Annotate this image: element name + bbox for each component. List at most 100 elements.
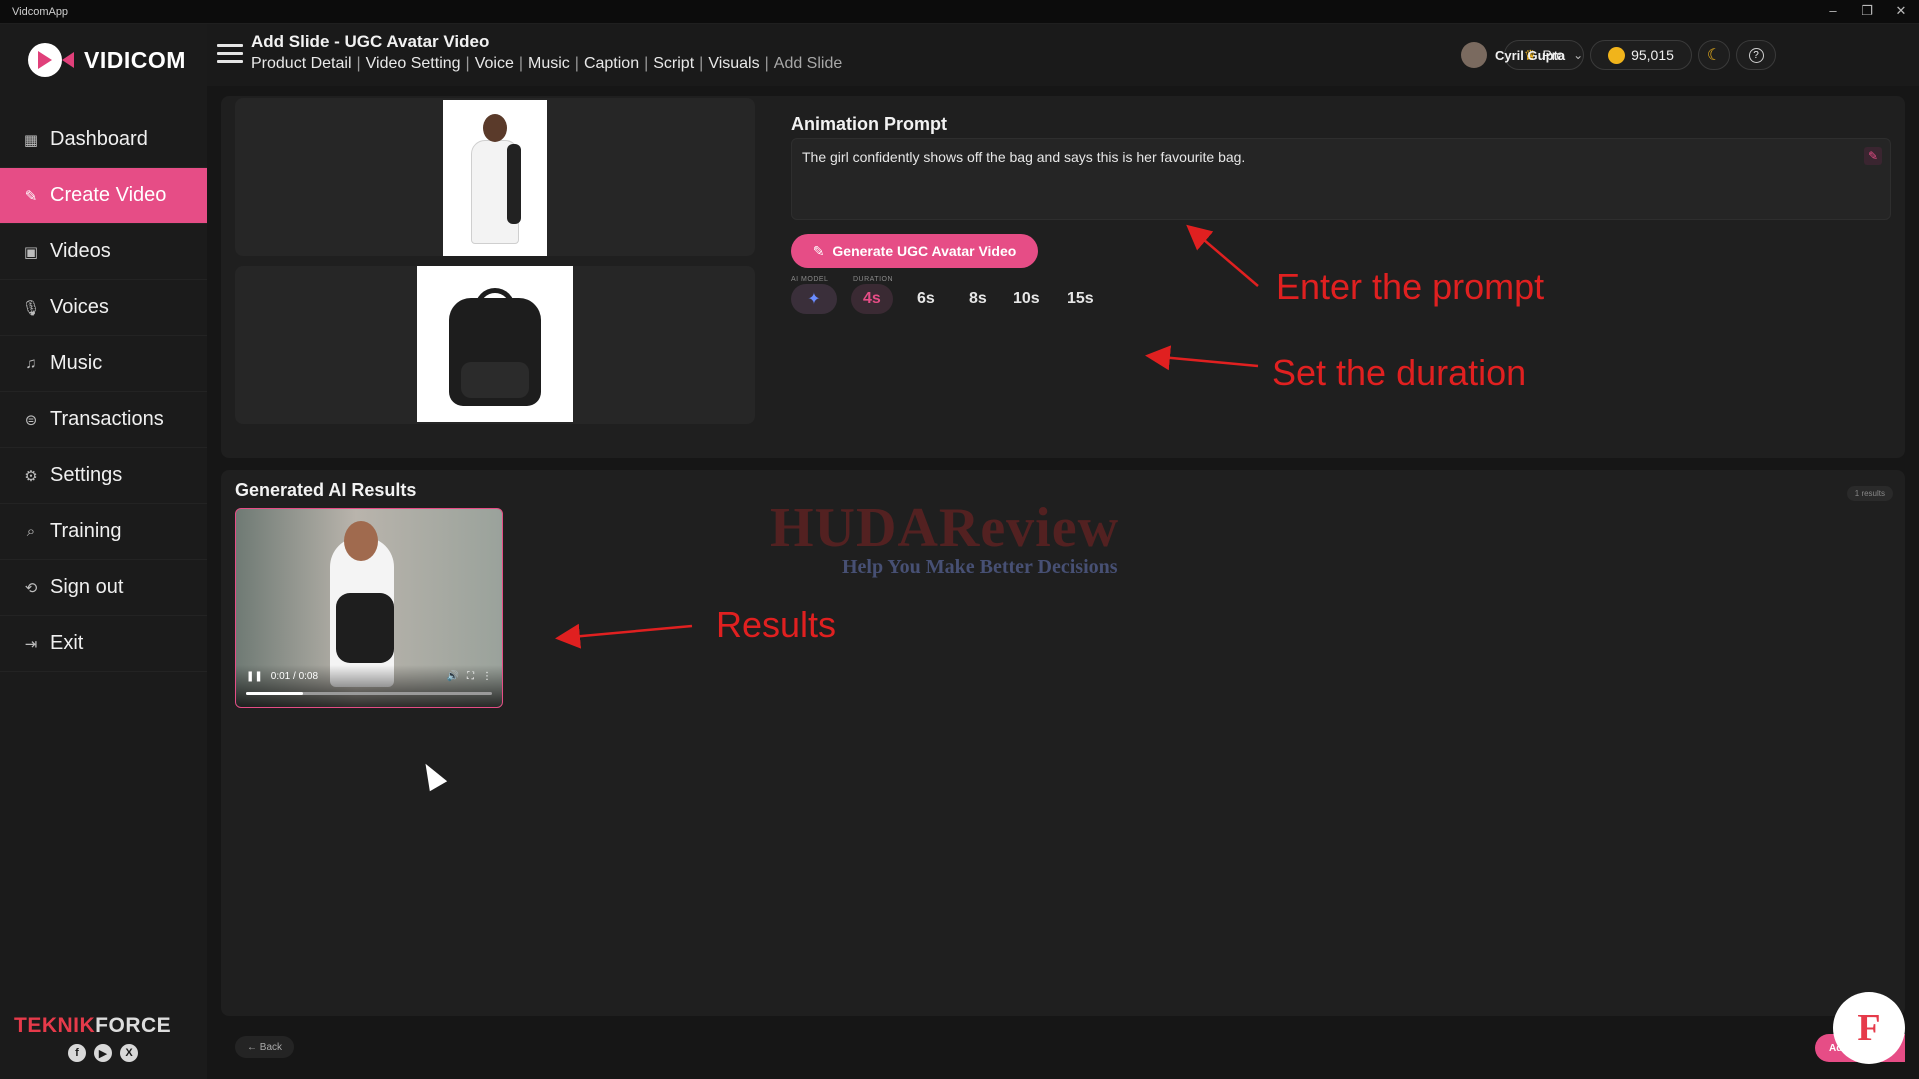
sidebar-item-dashboard[interactable]: ▦ Dashboard bbox=[0, 112, 207, 168]
breadcrumb-caption[interactable]: Caption bbox=[584, 55, 639, 73]
product-image-slot[interactable] bbox=[235, 266, 755, 424]
page-title: Add Slide - UGC Avatar Video bbox=[251, 32, 490, 51]
moon-icon: ☾ bbox=[1706, 47, 1722, 64]
sidebar-item-create-video[interactable]: ✎ Create Video bbox=[0, 168, 207, 224]
duration-option-10s[interactable]: 10s bbox=[1001, 284, 1052, 314]
user-name: Cyril Gupta bbox=[1495, 47, 1566, 63]
breadcrumb-voice[interactable]: Voice bbox=[475, 55, 514, 73]
breadcrumb-video-setting[interactable]: Video Setting bbox=[366, 55, 461, 73]
prompt-text: The girl confidently shows off the bag a… bbox=[802, 149, 1246, 165]
main-content: Animation Prompt The girl confidently sh… bbox=[207, 86, 1919, 1079]
theme-toggle-button[interactable]: ☾ bbox=[1698, 40, 1730, 70]
video-controls: ❚❚ 0:01 / 0:08 🔊 ⛶ ⋮ bbox=[236, 665, 502, 707]
watermark-tagline: Help You Make Better Decisions bbox=[842, 556, 1118, 578]
edit-icon[interactable]: ✎ bbox=[1864, 147, 1882, 165]
ai-model-label: AI MODEL bbox=[791, 276, 829, 283]
help-icon: ? bbox=[1748, 47, 1764, 63]
ai-model-button[interactable]: ✦ bbox=[791, 284, 837, 314]
hamburger-menu-icon[interactable] bbox=[217, 44, 243, 64]
chevron-down-icon: ⌄ bbox=[1573, 48, 1584, 62]
videos-icon: ▣ bbox=[23, 243, 39, 261]
user-menu[interactable]: Cyril Gupta ⌄ bbox=[1461, 40, 1583, 70]
generate-ugc-avatar-button[interactable]: ✎ Generate UGC Avatar Video bbox=[791, 234, 1038, 268]
duration-option-8s[interactable]: 8s bbox=[957, 284, 999, 314]
help-button[interactable]: ? bbox=[1736, 40, 1776, 70]
results-annotation: Results bbox=[716, 604, 837, 645]
sidebar-item-label: Create Video bbox=[50, 184, 167, 206]
pause-icon[interactable]: ❚❚ bbox=[246, 671, 263, 682]
teknikforce-badge-icon: F bbox=[1833, 992, 1905, 1064]
sidebar-item-label: Training bbox=[50, 520, 122, 542]
product-photo bbox=[417, 266, 573, 422]
youtube-icon[interactable]: ▶ bbox=[94, 1044, 112, 1062]
sparkle-icon: ✦ bbox=[807, 291, 821, 308]
prompt-annotation: Enter the prompt bbox=[1276, 266, 1545, 307]
sidebar-item-label: Music bbox=[50, 352, 103, 374]
sidebar-item-music[interactable]: ♫ Music bbox=[0, 336, 207, 392]
back-button[interactable]: ← Back bbox=[235, 1036, 295, 1058]
sidebar-item-label: Sign out bbox=[50, 576, 124, 598]
pencil-icon: ✎ bbox=[812, 242, 825, 259]
teknikforce-logo[interactable]: TEKNIKFORCE bbox=[14, 1014, 171, 1038]
sidebar-item-transactions[interactable]: ⊜ Transactions bbox=[0, 392, 207, 448]
sidebar-item-settings[interactable]: ⚙ Settings bbox=[0, 448, 207, 504]
video-progress-bar[interactable] bbox=[246, 692, 492, 695]
avatar-image-slot[interactable] bbox=[235, 98, 755, 256]
x-twitter-icon[interactable]: X bbox=[120, 1044, 138, 1062]
sidebar-item-label: Videos bbox=[50, 240, 111, 262]
duration-option-4s[interactable]: 4s bbox=[851, 284, 893, 314]
sidebar-item-videos[interactable]: ▣ Videos bbox=[0, 224, 207, 280]
sidebar-nav: ▦ Dashboard ✎ Create Video ▣ Videos 🎙 Vo… bbox=[0, 112, 207, 672]
animation-prompt-heading: Animation Prompt bbox=[791, 114, 947, 134]
logo-wordmark: VIDICOM bbox=[84, 46, 186, 73]
duration-option-15s[interactable]: 15s bbox=[1055, 284, 1106, 314]
facebook-icon[interactable]: f bbox=[68, 1044, 86, 1062]
watermark-title: HUDAReview bbox=[770, 497, 1120, 559]
minimize-button[interactable]: – bbox=[1818, 3, 1848, 21]
training-icon: ⌕ bbox=[26, 523, 36, 540]
breadcrumb-script[interactable]: Script bbox=[653, 55, 694, 73]
sidebar-item-exit[interactable]: ⇥ Exit bbox=[0, 616, 207, 672]
avatar-photo bbox=[443, 100, 547, 256]
fullscreen-icon[interactable]: ⛶ bbox=[467, 671, 474, 682]
close-button[interactable]: ✕ bbox=[1886, 3, 1916, 21]
app-name: VidcomApp bbox=[12, 6, 69, 18]
credits-badge[interactable]: 95,015 bbox=[1590, 40, 1692, 70]
animation-card: Animation Prompt The girl confidently sh… bbox=[221, 96, 1905, 458]
transactions-icon: ⊜ bbox=[24, 411, 38, 429]
result-video-player[interactable]: ❚❚ 0:01 / 0:08 🔊 ⛶ ⋮ bbox=[235, 508, 503, 708]
page-footer: ← Back Add S bbox=[221, 1026, 1905, 1074]
microphone-icon: 🎙 bbox=[21, 299, 41, 317]
results-count-badge: 1 results bbox=[1846, 486, 1893, 501]
breadcrumb-product-detail[interactable]: Product Detail bbox=[251, 55, 352, 73]
sidebar-item-label: Voices bbox=[50, 296, 109, 318]
sidebar-item-label: Exit bbox=[50, 632, 84, 654]
restore-button[interactable]: ❐ bbox=[1852, 3, 1882, 21]
create-video-icon: ✎ bbox=[24, 187, 38, 205]
dashboard-icon: ▦ bbox=[23, 131, 39, 149]
sidebar-item-label: Transactions bbox=[50, 408, 164, 430]
top-bar: Add Slide - UGC Avatar Video Product Det… bbox=[207, 24, 1919, 86]
exit-icon: ⇥ bbox=[24, 635, 38, 653]
breadcrumb-add-slide: Add Slide bbox=[773, 55, 843, 72]
sidebar-item-voices[interactable]: 🎙 Voices bbox=[0, 280, 207, 336]
sidebar-item-sign-out[interactable]: ⟲ Sign out bbox=[0, 560, 207, 616]
music-icon: ♫ bbox=[25, 355, 37, 372]
sidebar-item-label: Dashboard bbox=[50, 128, 148, 150]
app-logo[interactable]: VIDICOM bbox=[26, 40, 186, 80]
sidebar-item-training[interactable]: ⌕ Training bbox=[0, 504, 207, 560]
breadcrumb-music[interactable]: Music bbox=[528, 55, 570, 73]
duration-label: DURATION bbox=[853, 276, 894, 283]
generate-button-label: Generate UGC Avatar Video bbox=[832, 243, 1017, 259]
video-time: 0:01 / 0:08 bbox=[270, 671, 319, 682]
avatar bbox=[1461, 42, 1487, 68]
more-options-icon[interactable]: ⋮ bbox=[482, 671, 492, 682]
credits-value: 95,015 bbox=[1631, 47, 1674, 63]
coin-icon bbox=[1608, 46, 1626, 64]
duration-option-6s[interactable]: 6s bbox=[905, 284, 947, 314]
window-titlebar: VidcomApp – ❐ ✕ bbox=[0, 0, 1919, 24]
vidicom-logo-icon bbox=[26, 41, 76, 79]
breadcrumb-visuals[interactable]: Visuals bbox=[708, 55, 759, 73]
volume-icon[interactable]: 🔊 bbox=[447, 671, 459, 682]
animation-prompt-input[interactable]: The girl confidently shows off the bag a… bbox=[791, 138, 1891, 220]
